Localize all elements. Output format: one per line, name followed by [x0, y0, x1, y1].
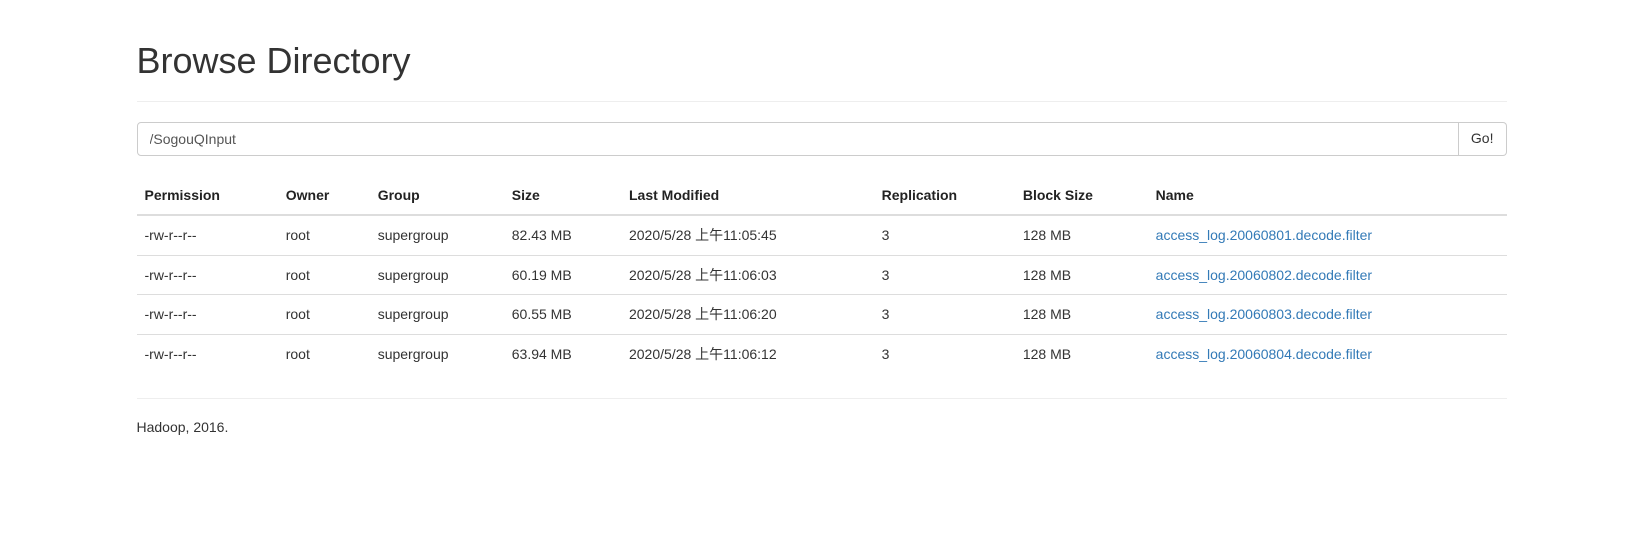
cell-group: supergroup [370, 334, 504, 373]
file-link[interactable]: access_log.20060804.decode.filter [1156, 346, 1372, 362]
cell-permission: -rw-r--r-- [137, 215, 278, 255]
cell-name: access_log.20060804.decode.filter [1148, 334, 1507, 373]
cell-block-size: 128 MB [1015, 255, 1148, 294]
container: Browse Directory Go! Permission Owner Gr… [122, 0, 1522, 435]
col-name: Name [1148, 176, 1507, 215]
col-block-size: Block Size [1015, 176, 1148, 215]
cell-block-size: 128 MB [1015, 334, 1148, 373]
path-input[interactable] [137, 122, 1459, 156]
cell-size: 60.55 MB [504, 295, 621, 334]
cell-last-modified: 2020/5/28 上午11:06:12 [621, 334, 874, 373]
cell-block-size: 128 MB [1015, 295, 1148, 334]
cell-group: supergroup [370, 295, 504, 334]
file-link[interactable]: access_log.20060801.decode.filter [1156, 227, 1372, 243]
cell-last-modified: 2020/5/28 上午11:06:20 [621, 295, 874, 334]
table-row: -rw-r--r--rootsupergroup82.43 MB2020/5/2… [137, 215, 1507, 255]
cell-permission: -rw-r--r-- [137, 295, 278, 334]
cell-size: 82.43 MB [504, 215, 621, 255]
col-owner: Owner [278, 176, 370, 215]
cell-last-modified: 2020/5/28 上午11:05:45 [621, 215, 874, 255]
cell-permission: -rw-r--r-- [137, 334, 278, 373]
cell-permission: -rw-r--r-- [137, 255, 278, 294]
table-row: -rw-r--r--rootsupergroup63.94 MB2020/5/2… [137, 334, 1507, 373]
cell-last-modified: 2020/5/28 上午11:06:03 [621, 255, 874, 294]
cell-block-size: 128 MB [1015, 215, 1148, 255]
page-title: Browse Directory [137, 40, 1507, 82]
col-replication: Replication [874, 176, 1015, 215]
col-last-modified: Last Modified [621, 176, 874, 215]
footer: Hadoop, 2016. [137, 398, 1507, 435]
col-size: Size [504, 176, 621, 215]
file-link[interactable]: access_log.20060803.decode.filter [1156, 306, 1372, 322]
cell-owner: root [278, 255, 370, 294]
cell-name: access_log.20060801.decode.filter [1148, 215, 1507, 255]
table-header-row: Permission Owner Group Size Last Modifie… [137, 176, 1507, 215]
cell-name: access_log.20060803.decode.filter [1148, 295, 1507, 334]
col-group: Group [370, 176, 504, 215]
footer-text: Hadoop, 2016. [137, 419, 229, 435]
cell-size: 63.94 MB [504, 334, 621, 373]
go-button[interactable]: Go! [1459, 122, 1507, 156]
cell-size: 60.19 MB [504, 255, 621, 294]
cell-replication: 3 [874, 255, 1015, 294]
table-row: -rw-r--r--rootsupergroup60.55 MB2020/5/2… [137, 295, 1507, 334]
cell-owner: root [278, 295, 370, 334]
file-table: Permission Owner Group Size Last Modifie… [137, 176, 1507, 373]
table-row: -rw-r--r--rootsupergroup60.19 MB2020/5/2… [137, 255, 1507, 294]
file-link[interactable]: access_log.20060802.decode.filter [1156, 267, 1372, 283]
cell-owner: root [278, 215, 370, 255]
page-header: Browse Directory [137, 40, 1507, 102]
path-input-group: Go! [137, 122, 1507, 156]
cell-group: supergroup [370, 255, 504, 294]
cell-name: access_log.20060802.decode.filter [1148, 255, 1507, 294]
cell-replication: 3 [874, 215, 1015, 255]
cell-owner: root [278, 334, 370, 373]
col-permission: Permission [137, 176, 278, 215]
cell-replication: 3 [874, 334, 1015, 373]
cell-group: supergroup [370, 215, 504, 255]
cell-replication: 3 [874, 295, 1015, 334]
